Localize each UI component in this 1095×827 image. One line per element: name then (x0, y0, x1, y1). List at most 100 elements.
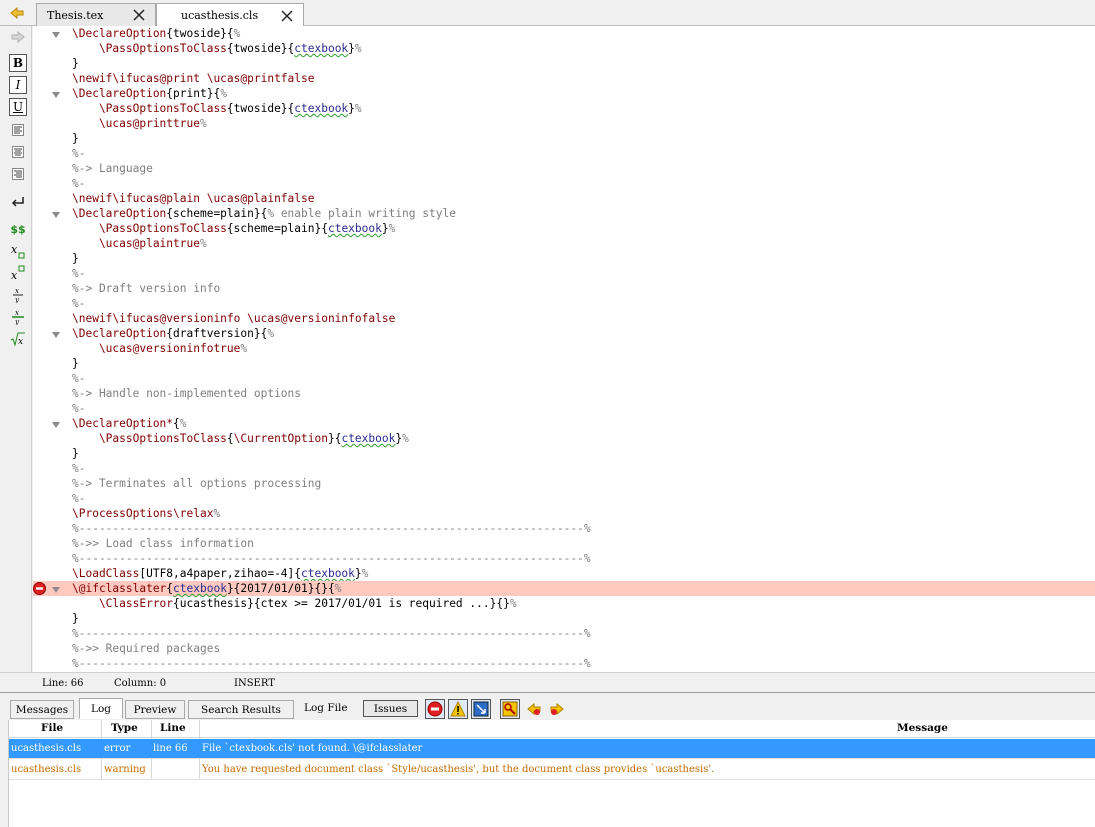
code-line[interactable]: %- (33, 146, 1095, 161)
error-marker-icon[interactable] (33, 582, 46, 595)
tab-label: Thesis.tex (47, 8, 104, 22)
tab-thesis-tex[interactable]: Thesis.tex (36, 3, 156, 26)
code-line[interactable]: %- (33, 371, 1095, 386)
tab-log[interactable]: Log (79, 698, 123, 719)
filter-issues-icon[interactable] (500, 699, 520, 719)
code-text: %---------------------------------------… (72, 657, 591, 670)
close-icon[interactable] (279, 8, 295, 24)
show-badboxes-icon[interactable] (471, 699, 491, 719)
code-line[interactable]: \PassOptionsToClass{twoside}{ctexbook}% (33, 101, 1095, 116)
code-line[interactable]: %---------------------------------------… (33, 551, 1095, 566)
subscript-icon[interactable]: x (9, 242, 27, 260)
show-errors-icon[interactable] (425, 699, 445, 719)
align-left-icon[interactable] (9, 121, 27, 139)
fold-arrow-icon[interactable] (51, 584, 61, 594)
back-arrow-icon[interactable] (8, 5, 26, 21)
fold-arrow-icon[interactable] (51, 209, 61, 219)
code-line[interactable]: } (33, 251, 1095, 266)
table-row[interactable]: ucasthesis.cls warning You have requested … (9, 760, 1095, 780)
bold-button[interactable]: B (9, 54, 27, 72)
code-line[interactable]: %- (33, 461, 1095, 476)
code-line[interactable]: \PassOptionsToClass{\CurrentOption}{ctex… (33, 431, 1095, 446)
code-line[interactable]: } (33, 611, 1095, 626)
code-text: \newif\ifucas@print \ucas@printfalse (72, 72, 315, 85)
code-line[interactable]: %-> Terminates all options processing (33, 476, 1095, 491)
fold-arrow-icon[interactable] (51, 329, 61, 339)
fraction-icon[interactable]: xy (9, 286, 27, 304)
column-header-message[interactable]: Message (897, 722, 948, 734)
underline-button[interactable]: U (9, 98, 27, 116)
code-line[interactable]: \DeclareOption{print}{% (33, 86, 1095, 101)
code-line[interactable]: \ClassError{ucasthesis}{ctex >= 2017/01/… (33, 596, 1095, 611)
code-text: %- (72, 492, 86, 505)
code-line[interactable]: %- (33, 296, 1095, 311)
code-line[interactable]: \ucas@printtrue% (33, 116, 1095, 131)
code-line[interactable]: \ProcessOptions\relax% (33, 506, 1095, 521)
code-text: %- (72, 462, 86, 475)
align-right-icon[interactable] (9, 165, 27, 183)
code-line[interactable]: %- (33, 176, 1095, 191)
code-line[interactable]: %- (33, 266, 1095, 281)
code-line[interactable]: \DeclareOption*{% (33, 416, 1095, 431)
code-line[interactable]: %-> Draft version info (33, 281, 1095, 296)
forward-arrow-icon[interactable] (9, 28, 27, 46)
code-line[interactable]: } (33, 131, 1095, 146)
show-warnings-icon[interactable] (448, 699, 468, 719)
fold-arrow-icon[interactable] (51, 89, 61, 99)
fold-arrow-icon[interactable] (51, 29, 61, 39)
code-text: \PassOptionsToClass{twoside}{ctexbook}% (72, 42, 362, 55)
code-line[interactable]: \DeclareOption{draftversion}{% (33, 326, 1095, 341)
code-line[interactable]: %- (33, 491, 1095, 506)
tab-search-results[interactable]: Search Results (188, 700, 294, 719)
code-line[interactable]: %---------------------------------------… (33, 656, 1095, 671)
code-line[interactable]: \LoadClass[UTF8,a4paper,zihao=-4]{ctexbo… (33, 566, 1095, 581)
code-line[interactable]: \@ifclasslater{ctexbook}{2017/01/01}{}{% (33, 581, 1095, 596)
table-row[interactable]: ucasthesis.cls error line 66 File `ctexbook… (9, 739, 1095, 759)
code-line[interactable]: \PassOptionsToClass{scheme=plain}{ctexbo… (33, 221, 1095, 236)
log-file-label[interactable]: Log File (304, 702, 348, 714)
code-line[interactable]: \DeclareOption{scheme=plain}{% enable pl… (33, 206, 1095, 221)
code-line[interactable]: } (33, 56, 1095, 71)
svg-text:x: x (11, 243, 18, 256)
document-tab-bar: Thesis.tex ucasthesis.cls (0, 0, 1095, 27)
code-line[interactable]: %---------------------------------------… (33, 626, 1095, 641)
column-header-type[interactable]: Type (111, 722, 138, 734)
code-text: } (72, 132, 79, 145)
next-issue-icon[interactable] (547, 699, 567, 719)
code-text: } (72, 447, 79, 460)
issues-button[interactable]: Issues (363, 700, 418, 717)
superscript-icon[interactable]: x (9, 264, 27, 282)
code-line[interactable]: \newif\ifucas@print \ucas@printfalse (33, 71, 1095, 86)
code-line[interactable]: \newif\ifucas@plain \ucas@plainfalse (33, 191, 1095, 206)
table-cell-file: ucasthesis.cls (11, 743, 82, 754)
close-icon[interactable] (131, 7, 147, 23)
dfrac-icon[interactable]: xy (9, 308, 27, 326)
code-line[interactable]: %- (33, 401, 1095, 416)
newline-icon[interactable] (9, 193, 27, 211)
code-line[interactable]: } (33, 356, 1095, 371)
code-line[interactable]: %-> Language (33, 161, 1095, 176)
column-header-line[interactable]: Line (160, 722, 186, 734)
code-line[interactable]: %---------------------------------------… (33, 521, 1095, 536)
tab-ucasthesis-cls[interactable]: ucasthesis.cls (156, 3, 304, 27)
sqrt-icon[interactable]: x (9, 330, 27, 348)
code-line[interactable]: \DeclareOption{twoside}{% (33, 26, 1095, 41)
previous-issue-icon[interactable] (524, 699, 544, 719)
tab-messages[interactable]: Messages (10, 700, 74, 719)
code-line[interactable]: %-> Handle non-implemented options (33, 386, 1095, 401)
tab-preview[interactable]: Preview (125, 700, 185, 719)
italic-button[interactable]: I (9, 76, 27, 94)
align-center-icon[interactable] (9, 143, 27, 161)
math-mode-button[interactable]: $$ (9, 220, 27, 238)
code-line[interactable]: %->> Required packages (33, 641, 1095, 656)
fold-arrow-icon[interactable] (51, 419, 61, 429)
code-line[interactable]: \ucas@versioninfotrue% (33, 341, 1095, 356)
column-header-file[interactable]: File (41, 722, 63, 734)
code-line[interactable]: \ucas@plaintrue% (33, 236, 1095, 251)
code-line[interactable]: %->> Load class information (33, 536, 1095, 551)
code-editor[interactable]: \DeclareOption{twoside}{% \PassOptionsTo… (33, 26, 1095, 672)
code-line[interactable]: \newif\ifucas@versioninfo \ucas@versioni… (33, 311, 1095, 326)
code-line[interactable]: \PassOptionsToClass{twoside}{ctexbook}% (33, 41, 1095, 56)
code-line[interactable]: } (33, 446, 1095, 461)
cursor-line: Line: 66 (42, 678, 84, 689)
